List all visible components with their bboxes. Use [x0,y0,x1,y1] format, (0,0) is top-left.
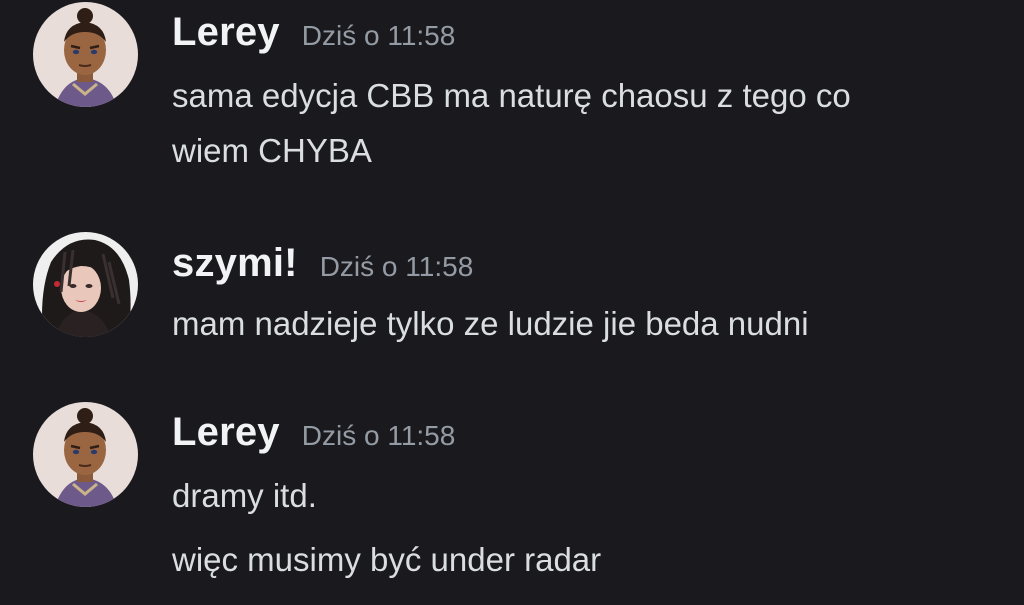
username[interactable]: Lerey [172,10,280,55]
avatar[interactable] [33,232,138,337]
message-text: sama edycja CBB ma naturę chaosu z tego … [172,77,851,114]
message-text: dramy itd. [172,477,317,514]
timestamp[interactable]: Dziś o 11:58 [302,20,456,52]
sokka-avatar-icon [33,402,138,507]
username[interactable]: Lerey [172,410,280,455]
girl-portrait-avatar-icon [33,232,138,337]
timestamp[interactable]: Dziś o 11:58 [320,251,474,283]
message-header: Lerey Dziś o 11:58 [172,10,455,60]
avatar[interactable] [33,2,138,107]
message-header: Lerey Dziś o 11:58 [172,410,455,460]
sokka-avatar-icon [33,2,138,107]
username[interactable]: szymi! [172,241,298,286]
timestamp[interactable]: Dziś o 11:58 [302,420,456,452]
message-header: szymi! Dziś o 11:58 [172,241,473,291]
message-text: wiem CHYBA [172,132,372,169]
chat-message-list: Lerey Dziś o 11:58 sama edycja CBB ma na… [0,0,1024,605]
message-text: mam nadzieje tylko ze ludzie jie beda nu… [172,305,809,342]
message-text: więc musimy być under radar [172,541,602,578]
avatar[interactable] [33,402,138,507]
